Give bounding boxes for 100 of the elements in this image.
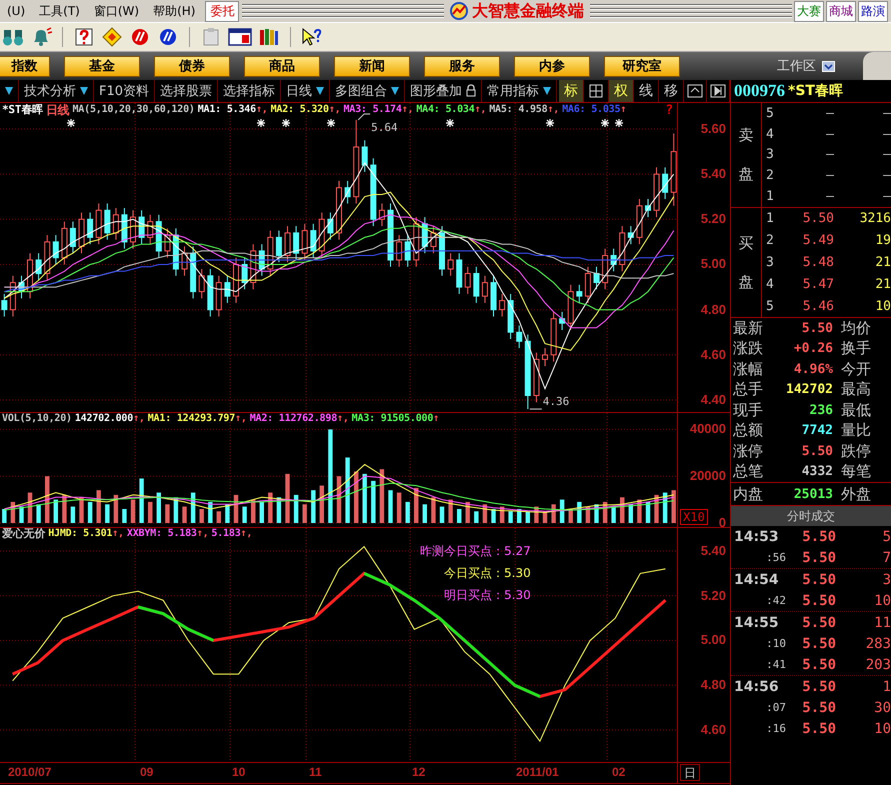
order-level: 2	[766, 168, 775, 184]
axis-label: 20000	[690, 468, 726, 484]
tool-menu-item[interactable]: 选择股票	[155, 80, 218, 102]
buy-point-note: 昨测今日买点：5.27	[420, 542, 531, 560]
trade-time: :07	[765, 701, 787, 714]
caret-icon[interactable]	[80, 86, 88, 95]
books-icon[interactable]	[258, 27, 280, 47]
order-price: 5.47	[802, 276, 834, 292]
trade-volume: 10	[873, 720, 891, 736]
stock-name: *ST春晖	[788, 82, 843, 100]
axis-label: 4.80	[700, 677, 726, 692]
play-icon[interactable]	[710, 84, 726, 98]
tool-menu-item[interactable]: 多图组合	[330, 80, 406, 102]
stat-value: 142702	[785, 382, 833, 398]
order-level: 1	[766, 189, 775, 204]
axis-label: 4.80	[700, 302, 726, 317]
nav-button[interactable]: 指数	[0, 56, 50, 76]
toggle-tab[interactable]: 移	[659, 80, 684, 102]
marker-icon	[67, 118, 75, 127]
caret-icon[interactable]	[5, 86, 13, 95]
legend-value: 5.183	[211, 528, 241, 540]
tool-menu-item[interactable]: 技术分析	[19, 80, 94, 102]
header-link[interactable]: 大赛	[794, 0, 824, 22]
window-icon[interactable]	[228, 27, 252, 47]
date-label: 10	[232, 764, 246, 779]
tool-menu-item[interactable]: 常用指标	[482, 80, 558, 102]
trade-price: 5.50	[801, 614, 836, 630]
legend-value: MA4: 5.034	[416, 104, 475, 116]
nav-button[interactable]: 基金	[64, 56, 140, 76]
caret-icon[interactable]	[543, 86, 552, 95]
stat-label: 换手	[840, 339, 872, 358]
logo-icon	[450, 2, 468, 20]
legend-value: MA5: 4.958	[489, 104, 548, 116]
trade-volume: 10	[873, 592, 891, 608]
caret-icon[interactable]	[316, 86, 324, 95]
stat-label: 最新	[733, 318, 764, 338]
arrow-label: ↑	[620, 104, 626, 116]
order-volume: –	[882, 189, 891, 204]
marker-icon	[282, 118, 290, 127]
legend-value: 142702.000	[74, 412, 134, 425]
tool-menu-item[interactable]: 日线	[281, 80, 330, 102]
legend-value: HJMD: 5.301	[48, 528, 112, 540]
stock-name: *ST春晖	[2, 104, 43, 116]
order-price: –	[825, 126, 834, 142]
toggle-tab[interactable]: 标	[559, 80, 584, 102]
tool-menu-item[interactable]: 图形叠加	[405, 80, 482, 102]
caret-icon[interactable]	[391, 86, 400, 95]
header-link[interactable]: 路演	[858, 0, 888, 22]
menu-item[interactable]: 工具(T)	[32, 2, 87, 20]
diamond-icon[interactable]	[101, 27, 123, 47]
nav-button[interactable]: 服务	[424, 56, 500, 76]
axis-label: 5.40	[700, 166, 726, 182]
tool-menu-item[interactable]: F10资料	[94, 80, 156, 102]
legend-value: MA2: 5.320	[270, 104, 329, 116]
order-book-label: 卖盘	[738, 125, 754, 185]
stat-label: 内盘	[733, 484, 764, 504]
app-title: 大智慧金融终端	[472, 2, 584, 20]
period-button[interactable]: 日	[680, 764, 700, 781]
toggle-tab[interactable]: 线	[634, 80, 659, 102]
nav-button[interactable]: 商品	[244, 56, 320, 76]
help-label[interactable]: ?	[663, 102, 675, 118]
nav-button[interactable]: 研究室	[604, 56, 680, 76]
trade-button[interactable]: 委托	[205, 0, 240, 22]
help-document-icon[interactable]	[73, 27, 95, 47]
legend-value: MA2: 112762.898	[250, 412, 338, 425]
trade-time: 14:56	[734, 678, 780, 694]
section-header: 分时成交	[731, 506, 891, 526]
binoculars-icon[interactable]	[2, 27, 24, 47]
price-annotation: 5.64	[371, 120, 398, 134]
order-price: 5.48	[802, 254, 834, 270]
tool-menu-item[interactable]: 选择指标	[218, 80, 282, 102]
menu-item[interactable]: 帮助(H)	[146, 2, 202, 20]
nav-button[interactable]: 债券	[154, 56, 230, 76]
order-level: 1	[766, 211, 775, 226]
buy-point-note: 今日买点：5.30	[444, 564, 531, 582]
trade-volume: 1	[882, 678, 891, 694]
menu-item[interactable]: 窗口(W)	[86, 2, 146, 20]
nav-button[interactable]: 新闻	[334, 56, 410, 76]
menu-item[interactable]: (U)	[0, 4, 32, 18]
lock-icon[interactable]	[466, 84, 476, 98]
order-volume: 19	[874, 233, 891, 248]
nav-button[interactable]: 内参	[514, 56, 590, 76]
legend-value: MA1: 5.346	[198, 104, 256, 116]
dropdown-icon[interactable]	[822, 60, 835, 72]
order-volume: 21	[874, 276, 891, 292]
trade-price: 5.50	[801, 636, 836, 652]
arrow-label: ↑,	[240, 528, 252, 540]
arrow-label: ↑,	[235, 412, 247, 425]
header-link[interactable]: 商城	[826, 0, 856, 22]
toggle-tab[interactable]: 权	[609, 80, 634, 102]
stat-label: 总额	[733, 421, 764, 440]
order-price: 5.49	[802, 233, 834, 248]
trade-volume: 203	[864, 656, 891, 672]
order-volume: 3216	[858, 211, 891, 226]
expand-icon[interactable]	[687, 84, 703, 98]
help-pointer-icon[interactable]	[301, 27, 323, 47]
unit-label: X10	[680, 508, 708, 525]
trade-price: 5.50	[801, 656, 836, 672]
order-level: 5	[766, 106, 775, 121]
stat-label: 涨停	[733, 442, 764, 461]
